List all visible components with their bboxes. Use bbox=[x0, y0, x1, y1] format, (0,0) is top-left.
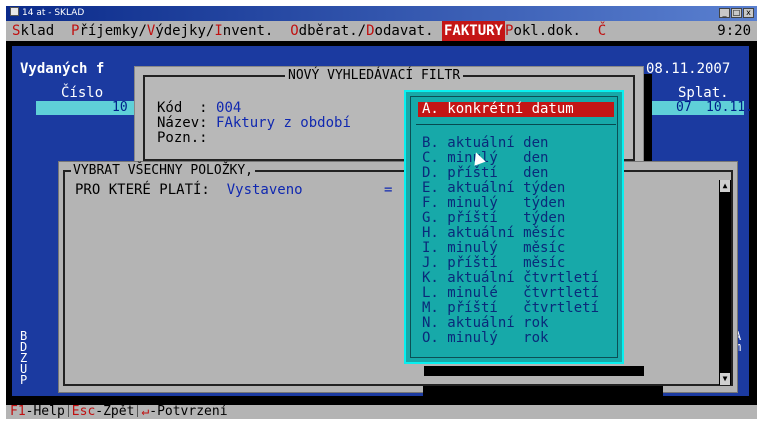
window-title: 14 at - SKLAD bbox=[22, 8, 85, 18]
option-item[interactable]: D. příští den bbox=[422, 166, 548, 180]
divider bbox=[67, 405, 69, 417]
option-item[interactable]: E. aktuální týden bbox=[422, 181, 565, 195]
popup-shadow bbox=[424, 366, 644, 376]
left-letters: B D Z U P bbox=[20, 330, 32, 387]
confirm-key[interactable]: ↵-Potvrzení bbox=[141, 405, 227, 419]
menu-sklad[interactable]: Sklad bbox=[12, 21, 54, 41]
menu-vydejky[interactable]: Výdejky/ bbox=[147, 21, 214, 41]
menu-faktury[interactable]: FAKTURY bbox=[441, 21, 505, 41]
column-header-cislo[interactable]: Číslo bbox=[61, 85, 103, 101]
close-button[interactable]: x bbox=[743, 8, 754, 18]
menu-odberat[interactable]: Odběrat./ bbox=[290, 21, 366, 41]
status-bar: F1-Help Esc-Zpět ↵-Potvrzení bbox=[6, 405, 757, 419]
letter: P bbox=[20, 373, 28, 387]
option-item[interactable]: C. minulý den bbox=[422, 151, 548, 165]
option-item[interactable]: G. příští týden bbox=[422, 211, 565, 225]
row-splat-value: 10.11. bbox=[706, 100, 753, 115]
option-item[interactable]: L. minulé čtvrtletí bbox=[422, 286, 599, 300]
menu-prijemky[interactable]: Příjemky/ bbox=[71, 21, 147, 41]
scroll-up-icon[interactable]: ▲ bbox=[720, 180, 730, 192]
row-value: 07 bbox=[676, 100, 692, 115]
help-key[interactable]: F1-Help bbox=[10, 405, 65, 419]
option-item[interactable]: J. příští měsíc bbox=[422, 256, 565, 270]
minimize-button[interactable]: _ bbox=[719, 8, 730, 18]
list-date: 08.11.2007 bbox=[646, 61, 731, 77]
dialog-title: VYBRAT VŠECHNY POLOŽKY, bbox=[71, 163, 256, 178]
pozn-row: Pozn.: bbox=[157, 131, 208, 146]
divider bbox=[137, 405, 139, 417]
option-item[interactable]: I. minulý měsíc bbox=[422, 241, 565, 255]
menu-c[interactable]: Č bbox=[598, 21, 606, 41]
condition-label: PRO KTERÉ PLATÍ: bbox=[75, 182, 210, 198]
condition-row: PRO KTERÉ PLATÍ: Vystaveno bbox=[75, 182, 303, 198]
option-item[interactable]: K. aktuální čtvrtletí bbox=[422, 271, 599, 285]
menu-dodavat[interactable]: Dodavat. bbox=[366, 21, 433, 41]
dialog-shadow bbox=[423, 386, 663, 398]
title-bar[interactable]: 14 at - SKLAD _ □ x bbox=[6, 6, 757, 21]
option-item[interactable]: H. aktuální měsíc bbox=[422, 226, 565, 240]
option-selected[interactable]: A. konkrétní datum bbox=[418, 102, 614, 117]
maximize-button[interactable]: □ bbox=[731, 8, 742, 18]
nazev-row: Název: FAktury z období bbox=[157, 116, 351, 131]
nazev-value[interactable]: FAktury z období bbox=[216, 115, 351, 131]
menu-pokl-dok[interactable]: Pokl.dok. bbox=[505, 21, 581, 41]
application-window: 14 at - SKLAD _ □ x Sklad Příjemky/Výdej… bbox=[6, 6, 757, 419]
list-title: Vydaných f bbox=[20, 61, 105, 77]
kod-label: Kód : bbox=[157, 100, 208, 116]
app-icon bbox=[10, 7, 19, 16]
pozn-label: Pozn.: bbox=[157, 130, 208, 146]
scrollbar[interactable]: ▲ ▼ bbox=[719, 180, 731, 385]
dialog-frame bbox=[63, 170, 733, 386]
option-item[interactable]: B. aktuální den bbox=[422, 136, 548, 150]
back-key[interactable]: Esc-Zpět bbox=[72, 405, 135, 419]
divider bbox=[416, 124, 616, 125]
select-items-dialog: VYBRAT VŠECHNY POLOŽKY, PRO KTERÉ PLATÍ:… bbox=[58, 161, 738, 393]
option-item[interactable]: M. příští čtvrtletí bbox=[422, 301, 599, 315]
kod-value[interactable]: 004 bbox=[216, 100, 241, 116]
scroll-down-icon[interactable]: ▼ bbox=[720, 373, 730, 385]
condition-operator[interactable]: = bbox=[384, 182, 392, 198]
row-cislo-value: 10 bbox=[112, 100, 128, 115]
date-options-popup: A. konkrétní datum B. aktuální den C. min… bbox=[404, 90, 624, 364]
option-item[interactable]: F. minulý týden bbox=[422, 196, 565, 210]
menu-invent[interactable]: Invent. bbox=[214, 21, 273, 41]
dialog-title: NOVÝ VYHLEDÁVACÍ FILTR bbox=[285, 68, 464, 83]
nazev-label: Název: bbox=[157, 115, 208, 131]
option-item[interactable]: N. aktuální rok bbox=[422, 316, 548, 330]
clock: 9:20 bbox=[717, 23, 751, 39]
menu-bar: Sklad Příjemky/Výdejky/Invent. Odběrat./… bbox=[6, 21, 757, 41]
kod-row: Kód : 004 bbox=[157, 101, 241, 116]
option-item[interactable]: O. minulý rok bbox=[422, 331, 548, 345]
condition-field[interactable]: Vystaveno bbox=[227, 182, 303, 198]
column-header-splat[interactable]: Splat. bbox=[678, 85, 729, 101]
